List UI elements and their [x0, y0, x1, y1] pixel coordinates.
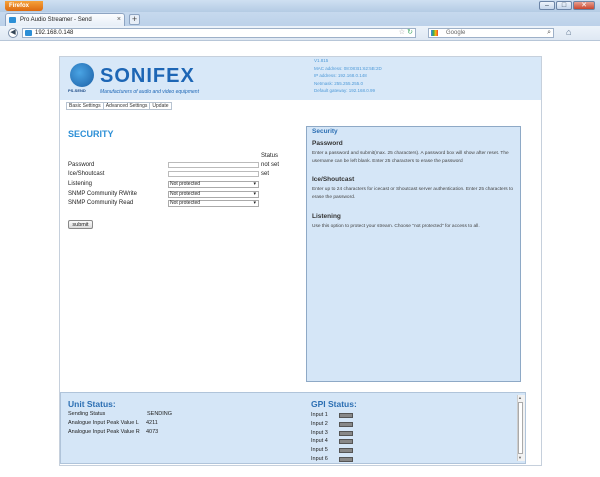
tab-advanced-settings[interactable]: Advanced Settings [102, 102, 150, 110]
browser-tab[interactable]: Pro Audio Streamer - Send × [5, 13, 125, 26]
firefox-menu-button[interactable]: Firefox [5, 1, 43, 11]
status-header: Status [261, 153, 279, 159]
scrollbar-thumb[interactable] [518, 402, 523, 454]
password-label: Password [68, 162, 95, 168]
gpi-indicator [339, 457, 353, 462]
gpi-input-label: Input 3 [311, 430, 328, 436]
logo-text: PS-SEND [68, 88, 86, 93]
url-text: 192.168.0.148 [35, 30, 74, 36]
back-arrow-icon[interactable]: ◀ [8, 28, 18, 38]
brand-tagline: Manufacturers of audio and video equipme… [100, 89, 199, 95]
gpi-input-label: Input 2 [311, 421, 328, 427]
google-icon [431, 30, 438, 36]
help-listening-heading: Listening [312, 213, 341, 220]
firmware-version: V1.815 [314, 58, 329, 63]
chevron-down-icon: ▾ [253, 191, 256, 197]
password-status: not set [261, 162, 280, 168]
gpi-indicator [339, 413, 353, 418]
maximize-button[interactable]: □ [556, 1, 572, 10]
help-title: Security [312, 128, 338, 135]
ip-address: IP address: 192.168.0.148 [314, 73, 367, 78]
gpi-input-label: Input 6 [311, 456, 328, 462]
gpi-indicator [339, 439, 353, 444]
url-bar[interactable]: 192.168.0.148 ☆ ↻ [22, 28, 416, 38]
search-icon[interactable]: ⌕ [547, 28, 551, 37]
help-ice-heading: Ice/Shoutcast [312, 176, 355, 183]
gpi-status-title: GPI Status: [311, 399, 357, 409]
scroll-down-icon[interactable]: ▼ [518, 455, 522, 460]
unit-status-title: Unit Status: [68, 399, 116, 409]
gpi-indicator [339, 431, 353, 436]
mac-address: MAC address: 08:08:B1:62:5B:2D [314, 65, 382, 71]
ice-shoutcast-label: Ice/Shoutcast [68, 171, 105, 177]
ice-shoutcast-status: set [261, 171, 270, 177]
minimize-button[interactable]: – [539, 1, 555, 10]
gpi-indicator [339, 448, 353, 453]
new-tab-button[interactable]: + [129, 14, 140, 25]
search-placeholder: Google [446, 30, 466, 36]
close-window-button[interactable]: ✕ [573, 1, 595, 10]
snmp-write-select[interactable]: Not protected ▾ [168, 191, 259, 198]
search-bar[interactable]: Google ⌕ [428, 28, 554, 38]
peak-r-label: Analogue Input Peak Value R [68, 429, 140, 435]
home-icon[interactable]: ⌂ [566, 27, 571, 37]
gpi-input-label: Input 5 [311, 447, 328, 453]
ps-send-logo [70, 63, 94, 87]
peak-r-value: 4073 [146, 429, 159, 435]
snmp-write-value: Not protected [170, 191, 201, 197]
help-listening-text: Use this option to protect your stream. … [312, 224, 480, 229]
reload-icon[interactable]: ↻ [407, 28, 413, 37]
sending-status-value: SENDING [147, 411, 173, 417]
help-password-heading: Password [312, 140, 343, 147]
gpi-indicator [339, 422, 353, 427]
brand-name: SONIFEX [100, 65, 195, 87]
page-title: SECURITY [68, 129, 114, 139]
status-panel [60, 392, 526, 464]
help-password-text: Enter a password and submit(max. 25 char… [312, 151, 509, 164]
default-gateway: Default gateway: 192.168.0.99 [314, 88, 376, 93]
listening-select[interactable]: Not protected ▾ [168, 181, 259, 188]
settings-tabs: Basic Settings Advanced Settings Update [66, 102, 172, 110]
gpi-input-label: Input 4 [311, 438, 328, 444]
ice-shoutcast-field[interactable] [168, 171, 259, 177]
peak-l-value: 4211 [146, 420, 158, 426]
netmask: Netmask: 255.255.255.0 [314, 80, 364, 86]
submit-button[interactable]: submit [68, 220, 93, 229]
sending-status-label: Sending Status [68, 411, 106, 417]
snmp-read-value: Not protected [170, 200, 201, 206]
snmp-read-select[interactable]: Not protected ▾ [168, 200, 259, 207]
chevron-down-icon: ▾ [253, 181, 256, 187]
tab-close-icon[interactable]: × [117, 14, 121, 26]
site-favicon-icon [9, 17, 16, 23]
snmp-read-label: SNMP Community Read [68, 200, 134, 206]
tab-basic-settings[interactable]: Basic Settings [66, 102, 103, 110]
device-info: V1.815 MAC address: 08:08:B1:62:5B:2D IP… [314, 57, 382, 95]
site-identity-icon [25, 30, 32, 36]
window-titlebar [0, 0, 600, 12]
tab-update[interactable]: Update [149, 102, 172, 110]
peak-l-label: Analogue Input Peak Value L [68, 420, 139, 426]
chevron-down-icon: ▾ [253, 200, 256, 206]
password-field[interactable] [168, 162, 259, 168]
scroll-up-icon[interactable]: ▲ [518, 395, 522, 400]
gpi-input-label: Input 1 [311, 412, 328, 418]
listening-label: Listening [68, 181, 93, 187]
tab-title: Pro Audio Streamer - Send [20, 17, 92, 23]
listening-value: Not protected [170, 181, 201, 187]
snmp-write-label: SNMP Community RWrite [68, 191, 138, 197]
help-ice-text: Enter up to 24 characters for icecast or… [312, 187, 514, 200]
bookmark-star-icon[interactable]: ☆ [399, 28, 405, 37]
